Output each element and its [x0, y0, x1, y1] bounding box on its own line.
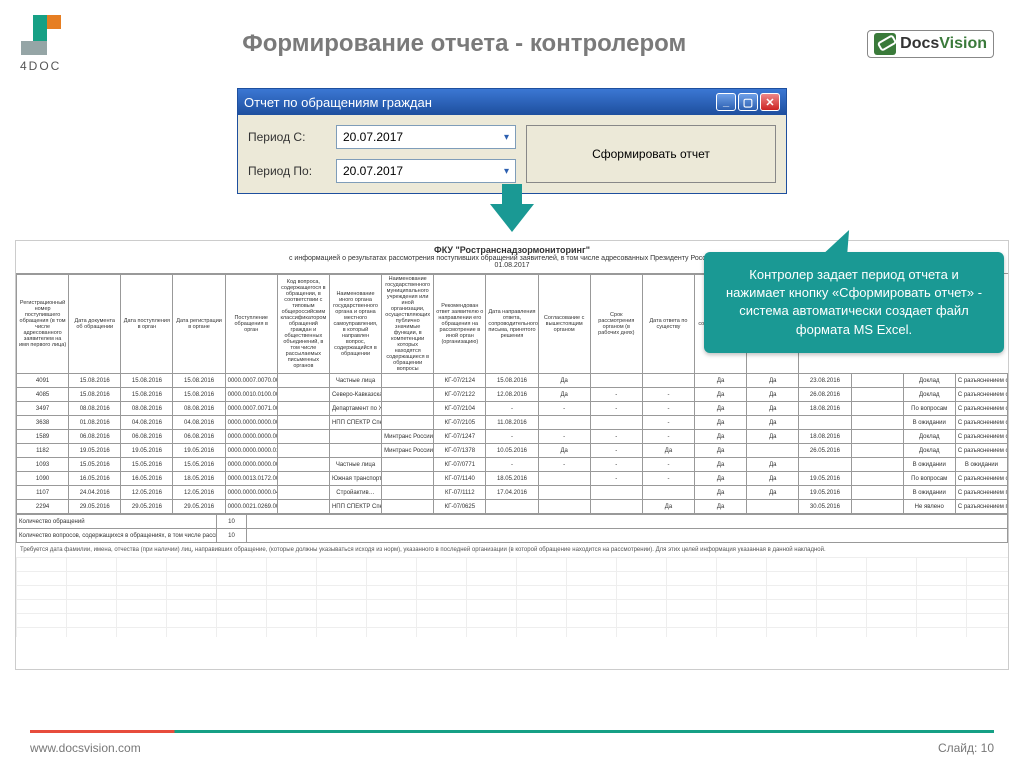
table-row: 409115.08.201615.08.201615.08.20160000.0… — [17, 374, 1008, 388]
footer-url: www.docsvision.com — [30, 741, 141, 755]
table-row: 109016.05.201616.05.201618.05.20160000.0… — [17, 472, 1008, 486]
table-header: Наименование иного органа государственно… — [329, 275, 381, 374]
table-header: Регистрационный номер поступившего обращ… — [17, 275, 69, 374]
period-from-label: Период С: — [248, 130, 328, 144]
table-header: Дата направления ответа, сопроводительно… — [486, 275, 538, 374]
excel-note: Требуется дата фамилии, имена, отчества … — [16, 543, 1008, 557]
clip-icon — [874, 33, 896, 55]
table-header: Дата поступления в орган — [121, 275, 173, 374]
slide-title: Формирование отчета - контролером — [61, 30, 867, 58]
dialog-titlebar: Отчет по обращениям граждан _ ▢ ✕ — [238, 89, 786, 115]
report-dialog: Отчет по обращениям граждан _ ▢ ✕ Период… — [237, 88, 787, 194]
maximize-button[interactable]: ▢ — [738, 93, 758, 111]
table-row: 349708.08.201608.08.201608.08.20160000.0… — [17, 402, 1008, 416]
table-row: 118219.05.201619.05.201619.05.20160000.0… — [17, 444, 1008, 458]
chevron-down-icon: ▾ — [504, 166, 509, 177]
table-row: 229429.05.201629.05.201629.05.20160000.0… — [17, 500, 1008, 514]
table-header: Рекомендован ответ заявителю о направлен… — [434, 275, 486, 374]
table-row: 158906.08.201606.08.201606.08.20160000.0… — [17, 430, 1008, 444]
table-header: Код вопроса, содержащегося в обращении, … — [277, 275, 329, 374]
chevron-down-icon: ▾ — [504, 132, 509, 143]
arrow-down-icon — [490, 204, 534, 232]
table-row: 110724.04.201612.05.201612.05.20160000.0… — [17, 486, 1008, 500]
dialog-title: Отчет по обращениям граждан — [244, 95, 432, 110]
table-header: Поступление обращения в орган — [225, 275, 277, 374]
slide-number: Слайд: 10 — [938, 741, 994, 755]
table-header: Срок рассмотрения органом (в рабочих дня… — [590, 275, 642, 374]
generate-report-button[interactable]: Сформировать отчет — [526, 125, 776, 183]
table-row: 109315.05.201615.05.201615.05.20160000.0… — [17, 458, 1008, 472]
callout-bubble: Контролер задает период отчета и нажимае… — [704, 252, 1004, 353]
close-button[interactable]: ✕ — [760, 93, 780, 111]
table-header: Наименование государственного муниципаль… — [382, 275, 434, 374]
footer-divider — [30, 730, 994, 733]
period-to-input[interactable]: 20.07.2017 ▾ — [336, 159, 516, 183]
logo-4doc: 4DOC — [20, 15, 61, 73]
minimize-button[interactable]: _ — [716, 93, 736, 111]
table-header: Дата регистрации в органе — [173, 275, 225, 374]
table-row: 363801.08.201604.08.201604.08.20160000.0… — [17, 416, 1008, 430]
table-header: Согласование с вышестоящим органом — [538, 275, 590, 374]
summary-row: Количество вопросов, содержащихся в обра… — [17, 529, 1008, 543]
logo-docsvision: DocsVision — [867, 30, 994, 58]
table-row: 408515.08.201615.08.201615.08.20160000.0… — [17, 388, 1008, 402]
table-header: Дата ответа по существу — [642, 275, 694, 374]
period-to-label: Период По: — [248, 164, 328, 178]
period-from-input[interactable]: 20.07.2017 ▾ — [336, 125, 516, 149]
summary-row: Количество обращений10 — [17, 515, 1008, 529]
table-header: Дата документа об обращении — [69, 275, 121, 374]
